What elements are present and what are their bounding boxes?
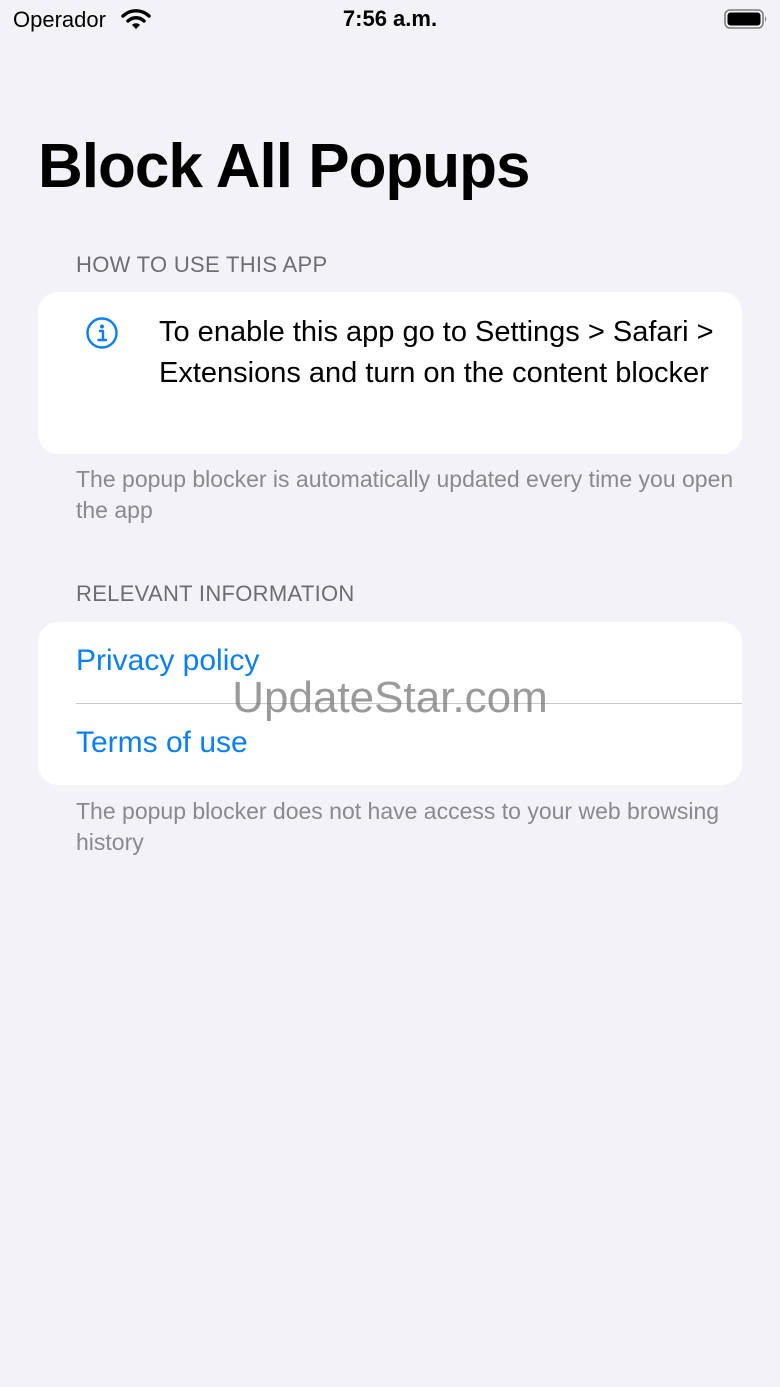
info-icon (85, 316, 119, 350)
status-time: 7:56 a.m. (342, 6, 438, 31)
instruction-text: To enable this app go to Settings > Safa… (159, 316, 714, 389)
terms-of-use-link[interactable]: Terms of use (38, 704, 742, 785)
section-header-how-to-use: HOW TO USE THIS APP (76, 252, 328, 277)
links-card: Privacy policy Terms of use (38, 622, 742, 785)
section-header-relevant-info: RELEVANT INFORMATION (76, 581, 355, 606)
instructions-card: To enable this app go to Settings > Safa… (38, 292, 742, 454)
page-title: Block All Popups (38, 132, 531, 201)
privacy-policy-label[interactable]: Privacy policy (76, 644, 259, 678)
privacy-note: The popup blocker does not have access t… (76, 798, 720, 855)
status-bar: Operador 7:56 a.m. (0, 0, 780, 40)
privacy-policy-link[interactable]: Privacy policy (38, 622, 742, 704)
update-note: The popup blocker is automatically updat… (76, 466, 734, 523)
battery-icon (724, 9, 768, 29)
terms-of-use-label[interactable]: Terms of use (76, 726, 248, 760)
